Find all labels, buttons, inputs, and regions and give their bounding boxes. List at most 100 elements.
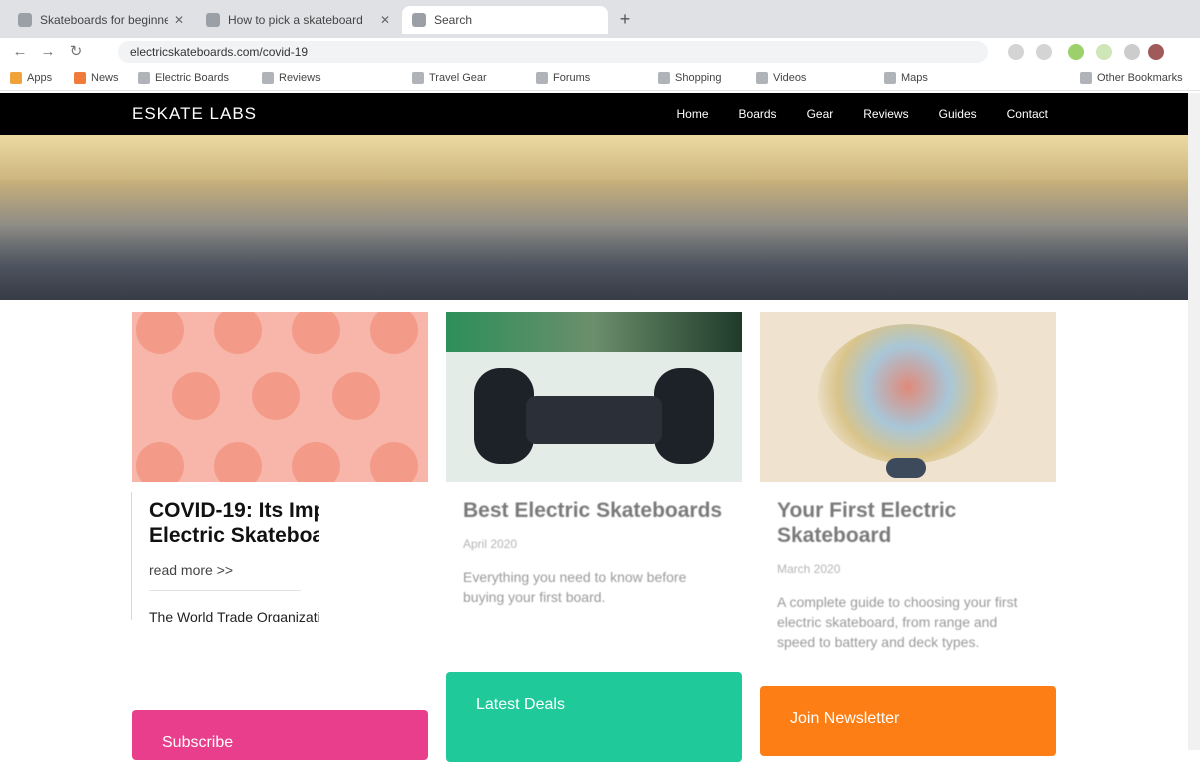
article-excerpt: Everything you need to know before buyin… [463, 569, 687, 605]
pattern-dot [136, 442, 184, 482]
site-logo[interactable]: ESKATE LABS [132, 93, 257, 135]
bookmark-item[interactable]: Maps [884, 70, 928, 86]
card-left-border [131, 492, 132, 620]
article-excerpt: The World Trade Organization has said th… [149, 609, 319, 622]
bookmark-folder-icon [1080, 72, 1092, 84]
browser-tab[interactable]: How to pick a skateboard ✕ [196, 6, 400, 34]
card-thumbnail[interactable] [132, 312, 428, 482]
tab-favicon-icon [206, 13, 220, 27]
bookmark-favicon-icon [412, 72, 424, 84]
board-shape [526, 396, 662, 444]
bookmark-favicon-icon [10, 72, 22, 84]
promo-block[interactable]: Latest Deals [446, 672, 742, 762]
new-tab-icon[interactable]: + [614, 8, 636, 30]
site-nav: Home Boards Gear Reviews Guides Contact [677, 93, 1048, 135]
bookmark-item[interactable]: Videos [756, 70, 806, 86]
illustration-shape [818, 324, 998, 464]
bookmark-favicon-icon [74, 72, 86, 84]
bookmark-label: Shopping [675, 72, 722, 84]
bookmark-favicon-icon [884, 72, 896, 84]
bookmark-label: Apps [27, 72, 53, 84]
pattern-dot [292, 312, 340, 354]
wheel-shape [474, 368, 534, 464]
bookmark-label: Travel Gear [429, 72, 487, 84]
article-meta: March 2020 [777, 562, 841, 576]
tab-title: Search [434, 13, 473, 27]
promo-label: Latest Deals [476, 696, 565, 713]
extension-icon[interactable] [1096, 44, 1112, 60]
bookmark-item[interactable]: Electric Boards [138, 70, 229, 86]
card-thumbnail[interactable] [446, 312, 742, 482]
bookmark-label: Videos [773, 72, 807, 84]
tab-favicon-icon [18, 13, 32, 27]
back-icon[interactable]: ← [10, 42, 30, 62]
browser-tab[interactable]: Skateboards for beginners ✕ [8, 6, 194, 34]
pattern-dot [252, 372, 300, 420]
tab-title: Skateboards for beginners [40, 13, 168, 27]
article-excerpt: A complete guide to choosing your first … [777, 594, 1018, 650]
card-thumbnail[interactable] [760, 312, 1056, 482]
promo-block[interactable]: Join Newsletter [760, 686, 1056, 756]
tab-favicon-icon [412, 13, 426, 27]
nav-link[interactable]: Boards [739, 107, 777, 121]
article-title[interactable]: Best Electric Skateboards [463, 498, 723, 523]
bookmark-favicon-icon [756, 72, 768, 84]
pattern-dot [370, 312, 418, 354]
card-divider [149, 590, 301, 591]
address-toolbar: ← → ↻ electricskateboards.com/covid-19 [0, 38, 1200, 66]
bookmark-label: News [91, 72, 119, 84]
thumbnail-bg [446, 312, 742, 352]
extension-icon[interactable] [1068, 44, 1084, 60]
nav-link[interactable]: Reviews [863, 107, 908, 121]
bookmark-label: Forums [553, 72, 591, 84]
tab-title: How to pick a skateboard [228, 13, 363, 27]
bookmark-item[interactable]: Travel Gear [412, 70, 487, 86]
bookmark-favicon-icon [536, 72, 548, 84]
address-input[interactable]: electricskateboards.com/covid-19 [118, 41, 988, 63]
avatar[interactable] [1148, 44, 1164, 60]
bookmark-item[interactable]: Forums [536, 70, 590, 86]
extension-icon[interactable] [1036, 44, 1052, 60]
nav-link[interactable]: Contact [1007, 107, 1048, 121]
nav-link[interactable]: Gear [807, 107, 834, 121]
pattern-dot [292, 442, 340, 482]
bookmark-favicon-icon [138, 72, 150, 84]
promo-label: Subscribe [162, 734, 234, 751]
bookmark-label: Electric Boards [155, 72, 229, 84]
bookmark-favicon-icon [658, 72, 670, 84]
forward-icon[interactable]: → [38, 42, 58, 62]
pattern-dot [370, 442, 418, 482]
bookmark-item[interactable]: Shopping [658, 70, 722, 86]
bookmark-favicon-icon [262, 72, 274, 84]
article-meta: April 2020 [463, 537, 518, 551]
browser-tab-strip: Skateboards for beginners ✕ How to pick … [0, 0, 1200, 38]
pattern-dot [214, 312, 262, 354]
wheel-shape [654, 368, 714, 464]
extension-icon[interactable] [1124, 44, 1140, 60]
article-title[interactable]: Your First Electric Skateboard [777, 498, 1037, 548]
reload-icon[interactable]: ↻ [66, 42, 86, 62]
nav-link[interactable]: Guides [939, 107, 977, 121]
tab-close-icon[interactable]: ✕ [380, 13, 390, 27]
article-card: COVID-19: Its Impact On Electric Skatebo… [149, 498, 319, 622]
pattern-dot [332, 372, 380, 420]
bookmark-item[interactable]: Apps [10, 70, 52, 86]
nav-link[interactable]: Home [677, 107, 709, 121]
bookmark-label: Reviews [279, 72, 321, 84]
read-more-link[interactable]: read more >> [149, 562, 319, 578]
pattern-dot [172, 372, 220, 420]
browser-tab-active[interactable]: Search [402, 6, 608, 34]
bookmark-item[interactable]: Reviews [262, 70, 321, 86]
bookmark-star-icon[interactable] [1008, 44, 1024, 60]
pattern-dot [136, 312, 184, 354]
bookmark-item[interactable]: Other Bookmarks [1080, 70, 1183, 86]
promo-block[interactable]: Subscribe [132, 710, 428, 760]
bookmark-item[interactable]: News [74, 70, 119, 86]
illustration-base [886, 458, 926, 478]
article-title[interactable]: COVID-19: Its Impact On Electric Skatebo… [149, 498, 319, 548]
tab-close-icon[interactable]: ✕ [174, 13, 184, 27]
hero-banner-image [0, 135, 1188, 300]
site-navbar: ESKATE LABS Home Boards Gear Reviews Gui… [0, 93, 1188, 135]
article-card: Best Electric Skateboards April 2020 Eve… [463, 498, 723, 607]
page-scrollbar[interactable] [1188, 93, 1200, 750]
